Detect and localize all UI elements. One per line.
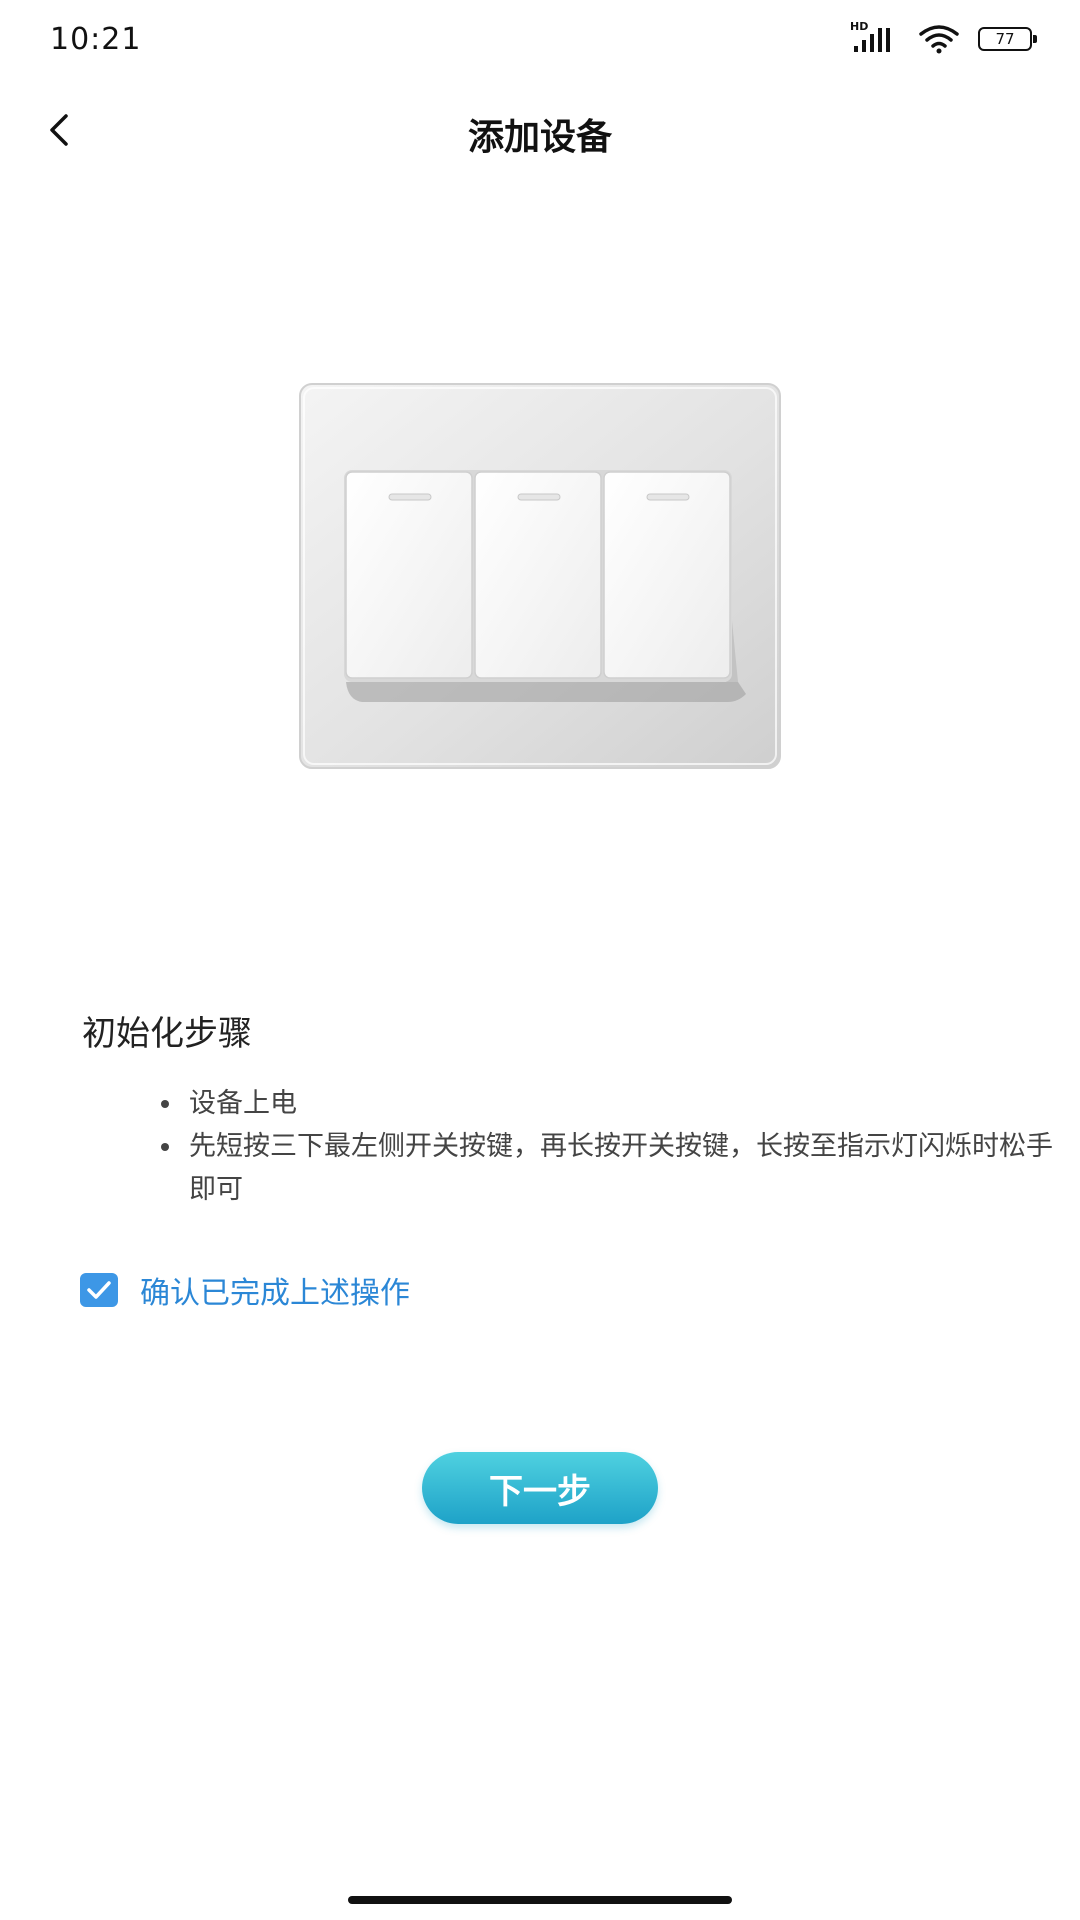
checkmark-icon (87, 1281, 111, 1299)
section-title: 初始化步骤 (82, 1014, 252, 1054)
confirm-checkbox[interactable] (80, 1273, 118, 1307)
nav-bar: 添加设备 (0, 90, 1080, 170)
step-item: 先短按三下最左侧开关按键，再长按开关按键，长按至指示灯闪烁时松手即可 (155, 1125, 1055, 1211)
confirm-label[interactable]: 确认已完成上述操作 (140, 1268, 410, 1312)
battery-level: 77 (995, 30, 1015, 48)
battery-icon: 77 (978, 27, 1037, 51)
confirm-checkbox-row[interactable]: 确认已完成上述操作 (80, 1268, 410, 1312)
page-title: 添加设备 (467, 117, 612, 158)
status-icons: HD 77 (850, 20, 1037, 54)
step-item: 设备上电 (155, 1082, 1055, 1125)
status-bar: 10:21 HD 77 (0, 0, 1080, 80)
cellular-signal-icon: HD (850, 20, 900, 54)
home-indicator[interactable] (348, 1896, 732, 1904)
next-step-button[interactable]: 下一步 (422, 1452, 658, 1524)
wifi-icon (919, 25, 959, 54)
steps-list: 设备上电 先短按三下最左侧开关按键，再长按开关按键，长按至指示灯闪烁时松手即可 (155, 1082, 1055, 1211)
hd-label: HD (850, 20, 869, 33)
wall-switch-illustration (299, 383, 781, 769)
status-time: 10:21 (50, 22, 142, 57)
